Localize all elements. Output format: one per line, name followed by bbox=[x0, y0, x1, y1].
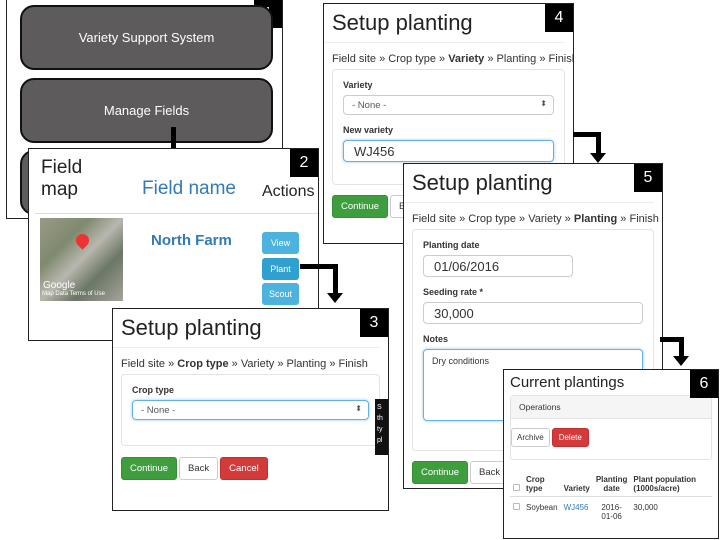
continue-button[interactable]: Continue bbox=[121, 457, 178, 480]
arrow-2-3-down bbox=[333, 264, 338, 294]
crop-cell: Soybean bbox=[526, 503, 558, 512]
step-number: 4 bbox=[545, 4, 573, 32]
map-pin-icon bbox=[73, 231, 92, 250]
archive-button[interactable]: Archive bbox=[511, 428, 550, 447]
tooltip: Sth ty pl bbox=[375, 399, 388, 455]
page-title: Setup planting bbox=[113, 309, 380, 348]
crop-type-select[interactable]: - None - ⬍ bbox=[132, 400, 369, 420]
row-checkbox[interactable] bbox=[513, 503, 520, 510]
seeding-rate-label: Seeding rate * bbox=[423, 287, 484, 297]
select-arrows-icon: ⬍ bbox=[540, 99, 547, 108]
column-header: Plant population (1000s/acre) bbox=[630, 472, 712, 497]
seeding-rate-input[interactable]: 30,000 bbox=[423, 302, 643, 324]
header-field-map: Field map bbox=[41, 157, 83, 200]
panel-current-plantings: 6 Current plantings Operations Archive De… bbox=[503, 369, 719, 539]
field-map-thumbnail[interactable]: Google Map Data Terms of Use bbox=[40, 218, 123, 301]
step-number: 6 bbox=[690, 370, 718, 398]
breadcrumb: Field site » Crop type » Variety » Plant… bbox=[332, 53, 573, 65]
plantings-table: Crop type Variety Planting date Plant po… bbox=[510, 472, 712, 527]
plant-button[interactable]: Plant bbox=[262, 258, 299, 280]
breadcrumb: Field site » Crop type » Variety » Plant… bbox=[412, 213, 659, 225]
arrow-head bbox=[673, 356, 689, 366]
breadcrumb: Field site » Crop type » Variety » Plant… bbox=[121, 358, 368, 370]
step-number: 2 bbox=[290, 149, 318, 177]
variety-support-system-button[interactable]: Variety Support System bbox=[20, 5, 273, 70]
variety-select[interactable]: - None - ⬍ bbox=[343, 95, 554, 115]
crop-type-label: Crop type bbox=[132, 385, 175, 395]
manage-fields-button[interactable]: Manage Fields bbox=[20, 78, 273, 143]
page-title: Setup planting bbox=[324, 4, 565, 43]
continue-button[interactable]: Continue bbox=[332, 195, 389, 218]
arrow-5-6-down bbox=[679, 337, 684, 357]
arrow-head bbox=[327, 293, 343, 303]
divider bbox=[35, 213, 318, 214]
table-row: Soybean WJ456 2016-01-06 30,000 bbox=[510, 497, 712, 528]
column-header: Crop type bbox=[523, 472, 561, 497]
page-title: Setup planting bbox=[404, 164, 654, 203]
page-title: Current plantings bbox=[510, 374, 625, 391]
select-all-checkbox[interactable] bbox=[513, 484, 520, 491]
new-variety-input[interactable]: WJ456 bbox=[343, 140, 554, 162]
cancel-button[interactable]: Cancel bbox=[220, 457, 268, 480]
field-name-north-farm[interactable]: North Farm bbox=[151, 232, 232, 249]
delete-button[interactable]: Delete bbox=[551, 428, 589, 447]
operations-heading: Operations bbox=[511, 396, 711, 419]
form-well: Crop type - None - ⬍ bbox=[121, 374, 380, 446]
view-button[interactable]: View bbox=[262, 232, 299, 254]
select-arrows-icon: ⬍ bbox=[355, 404, 362, 413]
step-number: 5 bbox=[634, 164, 662, 192]
arrow-head bbox=[590, 153, 606, 163]
planting-date-input[interactable]: 01/06/2016 bbox=[423, 255, 573, 277]
new-variety-label: New variety bbox=[343, 125, 394, 135]
column-header: Variety bbox=[560, 472, 593, 497]
header-actions: Actions bbox=[262, 183, 315, 200]
scout-button[interactable]: Scout bbox=[262, 283, 299, 305]
arrow-4-5-down bbox=[596, 132, 601, 154]
variety-link[interactable]: WJ456 bbox=[561, 497, 593, 528]
variety-label: Variety bbox=[343, 80, 373, 90]
back-button[interactable]: Back bbox=[179, 457, 219, 480]
date-cell: 2016-01-06 bbox=[601, 503, 622, 521]
map-attribution[interactable]: Map Data Terms of Use bbox=[42, 291, 105, 297]
continue-button[interactable]: Continue bbox=[412, 461, 469, 484]
operations-panel: Operations Archive Delete bbox=[510, 395, 712, 460]
planting-date-label: Planting date bbox=[423, 240, 480, 250]
column-header: Planting date bbox=[592, 472, 631, 497]
step-number: 3 bbox=[360, 309, 388, 337]
map-logo: Google bbox=[43, 280, 76, 291]
panel-setup-crop-type: 3 Setup planting Field site » Crop type … bbox=[112, 308, 389, 511]
notes-label: Notes bbox=[423, 334, 449, 344]
header-field-name[interactable]: Field name bbox=[142, 178, 236, 200]
population-cell: 30,000 bbox=[633, 503, 658, 512]
